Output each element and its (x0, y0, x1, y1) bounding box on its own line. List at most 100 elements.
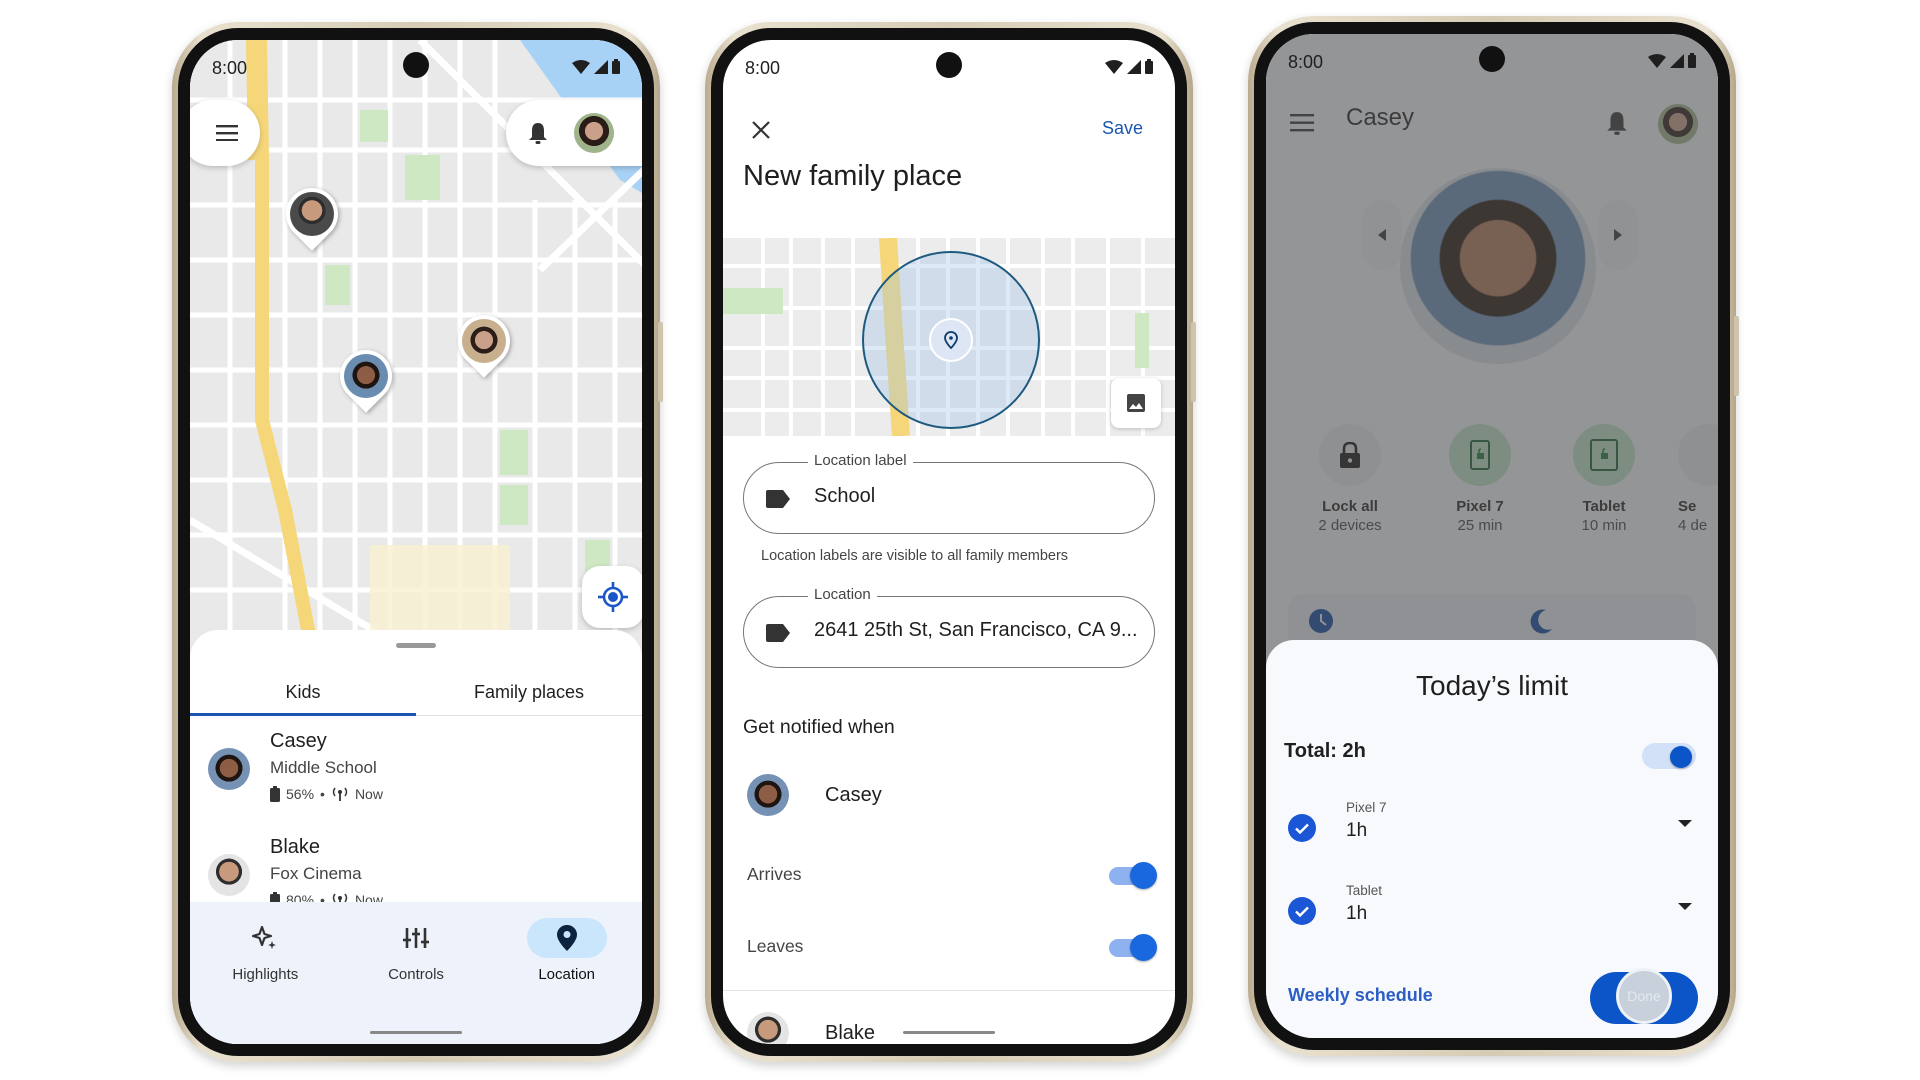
location-label-field[interactable]: Location label School (743, 452, 1155, 534)
status-icons (1105, 59, 1153, 74)
my-location-button[interactable] (582, 566, 642, 628)
map-type-button[interactable] (1111, 378, 1161, 428)
device-name: Tablet (1346, 883, 1383, 898)
device-limit-value: 1h (1346, 903, 1368, 924)
kid-status: 56% • Now (270, 786, 383, 802)
done-label: Done (1627, 988, 1661, 1004)
device-limit-row[interactable]: Tablet 1h (1288, 883, 1692, 943)
notify-person-casey: Casey (747, 774, 882, 816)
device-limit-row[interactable]: Pixel 7 1h (1288, 800, 1692, 860)
wifi-icon (1648, 53, 1666, 68)
divider (723, 990, 1175, 991)
separator-dot: • (320, 786, 325, 802)
kid-last-seen: Now (354, 786, 383, 802)
gesture-bar[interactable] (903, 1031, 995, 1034)
device-name: Pixel 7 (1346, 800, 1387, 815)
nav-label: Location (538, 966, 596, 983)
gesture-bar[interactable] (370, 1031, 462, 1034)
kid-place: Fox Cinema (270, 864, 362, 883)
helper-text: Location labels are visible to all famil… (761, 548, 1069, 564)
sheet-title: Today’s limit (1416, 670, 1568, 701)
avatar-casey (344, 354, 388, 398)
power-button (1734, 316, 1739, 396)
kid-avatar-casey (208, 748, 250, 790)
camera-cutout (403, 52, 429, 78)
nav-label: Highlights (232, 966, 299, 983)
map-marker-parent[interactable] (447, 304, 521, 378)
done-button[interactable]: Done (1590, 968, 1698, 1024)
avatar-blake (747, 1012, 789, 1044)
dropdown-arrow-icon[interactable] (1678, 820, 1692, 827)
sparkle-icon (252, 925, 277, 949)
kid-name: Blake (270, 836, 321, 858)
field-label: Location (808, 586, 877, 603)
notify-heading: Get notified when (743, 716, 895, 738)
total-limit-label: Total: 2h (1284, 740, 1366, 762)
my-location-icon (598, 582, 628, 612)
bottom-navigation: Highlights Controls Location (190, 902, 642, 1044)
location-address-field[interactable]: Location 2641 25th St, San Francisco, CA… (743, 586, 1155, 668)
notifications-bell-icon[interactable] (528, 121, 548, 145)
map-marker-blake[interactable] (275, 177, 349, 251)
status-bar: 8:00 (1266, 34, 1718, 90)
signal-icon (1127, 59, 1141, 74)
nav-highlights[interactable]: Highlights (190, 902, 341, 1044)
kid-avatar-blake (208, 854, 250, 896)
dropdown-arrow-icon[interactable] (1678, 903, 1692, 910)
controls-screen: 8:00 Casey (1266, 34, 1718, 1038)
status-bar: 8:00 (723, 40, 1175, 96)
person-name: Casey (825, 783, 882, 806)
field-label: Location label (808, 452, 913, 469)
signal-icon (594, 59, 608, 74)
live-signal-icon (332, 787, 348, 801)
nav-controls[interactable]: Controls (341, 902, 492, 1044)
tab-kids[interactable]: Kids (190, 670, 416, 716)
checkbox-checked-icon[interactable] (1288, 897, 1316, 925)
person-name: Blake (825, 1021, 876, 1044)
status-icons (572, 59, 620, 74)
map-layers-icon (1127, 394, 1145, 412)
location-pin-icon (944, 331, 958, 349)
kid-name: Casey (270, 730, 327, 752)
place-center-marker[interactable] (929, 318, 973, 362)
map-marker-casey[interactable] (329, 339, 403, 413)
new-family-place-screen: 8:00 Save New family place Location labe… (723, 40, 1175, 1044)
toggle-label: Leaves (747, 936, 804, 956)
total-limit-switch[interactable] (1642, 743, 1696, 769)
save-button[interactable]: Save (1102, 118, 1143, 139)
weekly-schedule-link[interactable]: Weekly schedule (1288, 985, 1433, 1006)
place-map[interactable] (723, 238, 1175, 436)
device-limit-value: 1h (1346, 820, 1368, 841)
kid-battery: 56% (286, 786, 315, 802)
battery-icon (1145, 59, 1153, 74)
field-value: 2641 25th St, San Francisco, CA 9... (814, 619, 1138, 641)
sheet-tabs: Kids Family places (190, 670, 642, 716)
kid-place: Middle School (270, 758, 377, 777)
status-time: 8:00 (745, 58, 781, 78)
todays-limit-sheet: Today’s limit Total: 2h Pixel 7 1h Table… (1266, 640, 1718, 1038)
camera-cutout (936, 52, 962, 78)
tab-family-places[interactable]: Family places (416, 670, 642, 715)
nav-location[interactable]: Location (491, 902, 642, 1044)
avatar-parent (462, 319, 506, 363)
account-avatar[interactable] (574, 113, 614, 153)
page-title: New family place (743, 160, 963, 192)
battery-icon (1688, 53, 1696, 68)
leaves-switch[interactable] (1109, 934, 1157, 961)
hamburger-menu-icon (216, 125, 238, 141)
sliders-icon (403, 928, 429, 948)
arrives-switch[interactable] (1109, 862, 1157, 889)
toggle-label: Arrives (747, 864, 802, 884)
location-screen: 8:00 Kids Family places Casey Middle Sch… (190, 40, 642, 1044)
menu-button[interactable] (190, 100, 260, 166)
close-button[interactable] (741, 110, 781, 150)
notify-person-blake: Blake (747, 1012, 875, 1044)
phone-location-map: 8:00 Kids Family places Casey Middle Sch… (172, 22, 663, 1062)
battery-icon (270, 786, 280, 802)
kid-list-item[interactable]: Casey Middle School 56% • Now (190, 724, 642, 824)
power-button (1191, 322, 1196, 402)
checkbox-checked-icon[interactable] (1288, 814, 1316, 842)
arrives-toggle-row: Arrives (747, 856, 1157, 896)
sheet-drag-handle[interactable] (396, 643, 436, 648)
avatar-blake (290, 192, 334, 236)
